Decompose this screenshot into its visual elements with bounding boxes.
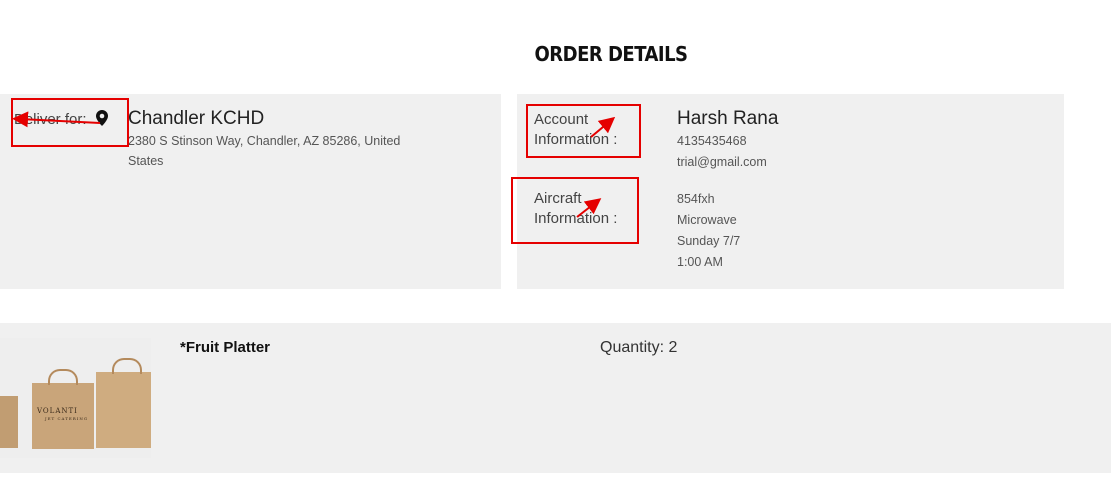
annotation-arrows [12, 111, 616, 218]
annotation-arrow-aircraft [576, 198, 602, 218]
annotation-arrow-deliver [12, 111, 101, 128]
annotation-arrow-account [590, 116, 616, 138]
